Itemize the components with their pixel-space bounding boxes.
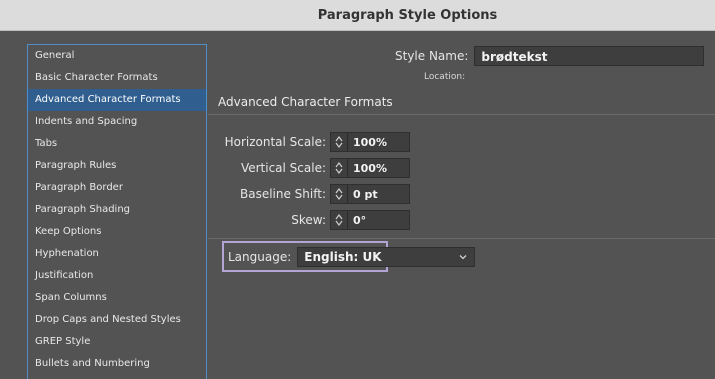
chevron-down-icon[interactable]	[458, 252, 468, 262]
category-list[interactable]: General Basic Character Formats Advanced…	[27, 44, 207, 379]
skew-label: Skew:	[291, 213, 326, 227]
sidebar-item-hyphenation[interactable]: Hyphenation	[28, 243, 206, 265]
sidebar-item-grep-style[interactable]: GREP Style	[28, 331, 206, 353]
section-heading: Advanced Character Formats	[218, 95, 393, 109]
horizontal-scale-input[interactable]: 100%	[330, 132, 410, 152]
stepper-icon[interactable]	[331, 133, 348, 151]
language-row: Language: English: UK	[228, 247, 476, 267]
sidebar-item-indents-and-spacing[interactable]: Indents and Spacing	[28, 111, 206, 133]
baseline-shift-value[interactable]: 0 pt	[348, 188, 378, 201]
stepper-icon[interactable]	[331, 211, 348, 229]
skew-field: Skew: 0°	[208, 210, 410, 230]
sidebar-item-bullets-and-numbering[interactable]: Bullets and Numbering	[28, 353, 206, 375]
divider	[208, 114, 715, 115]
sidebar-item-advanced-character-formats[interactable]: Advanced Character Formats	[28, 89, 206, 111]
language-dropdown[interactable]: English: UK	[297, 247, 476, 267]
vertical-scale-field: Vertical Scale: 100%	[208, 158, 410, 178]
vertical-scale-input[interactable]: 100%	[330, 158, 410, 178]
sidebar-item-tabs[interactable]: Tabs	[28, 133, 206, 155]
baseline-shift-field: Baseline Shift: 0 pt	[208, 184, 410, 204]
vertical-scale-label: Vertical Scale:	[240, 161, 326, 175]
sidebar-item-paragraph-border[interactable]: Paragraph Border	[28, 177, 206, 199]
style-name-row: Style Name: brødtekst	[395, 45, 705, 67]
horizontal-scale-field: Horizontal Scale: 100%	[208, 132, 410, 152]
horizontal-scale-label: Horizontal Scale:	[224, 135, 326, 149]
sidebar-item-basic-character-formats[interactable]: Basic Character Formats	[28, 67, 206, 89]
location-label: Location:	[424, 72, 466, 82]
language-label: Language:	[228, 250, 292, 264]
horizontal-scale-value[interactable]: 100%	[348, 136, 387, 149]
sidebar-item-span-columns[interactable]: Span Columns	[28, 287, 206, 309]
sidebar-item-keep-options[interactable]: Keep Options	[28, 221, 206, 243]
sidebar-item-justification[interactable]: Justification	[28, 265, 206, 287]
sidebar-item-drop-caps-and-nested-styles[interactable]: Drop Caps and Nested Styles	[28, 309, 206, 331]
sidebar-item-paragraph-shading[interactable]: Paragraph Shading	[28, 199, 206, 221]
divider	[208, 238, 715, 239]
language-value[interactable]: English: UK	[304, 250, 381, 264]
style-name-label: Style Name:	[395, 49, 469, 63]
sidebar-item-general[interactable]: General	[28, 45, 206, 67]
baseline-shift-label: Baseline Shift:	[239, 187, 326, 201]
style-name-input[interactable]: brødtekst	[474, 46, 705, 66]
window-title: Paragraph Style Options	[317, 7, 498, 23]
baseline-shift-input[interactable]: 0 pt	[330, 184, 410, 204]
skew-value[interactable]: 0°	[348, 214, 366, 227]
title-bar: Paragraph Style Options	[0, 0, 715, 31]
sidebar-item-paragraph-rules[interactable]: Paragraph Rules	[28, 155, 206, 177]
stepper-icon[interactable]	[331, 185, 348, 203]
skew-input[interactable]: 0°	[330, 210, 410, 230]
stepper-icon[interactable]	[331, 159, 348, 177]
vertical-scale-value[interactable]: 100%	[348, 162, 387, 175]
